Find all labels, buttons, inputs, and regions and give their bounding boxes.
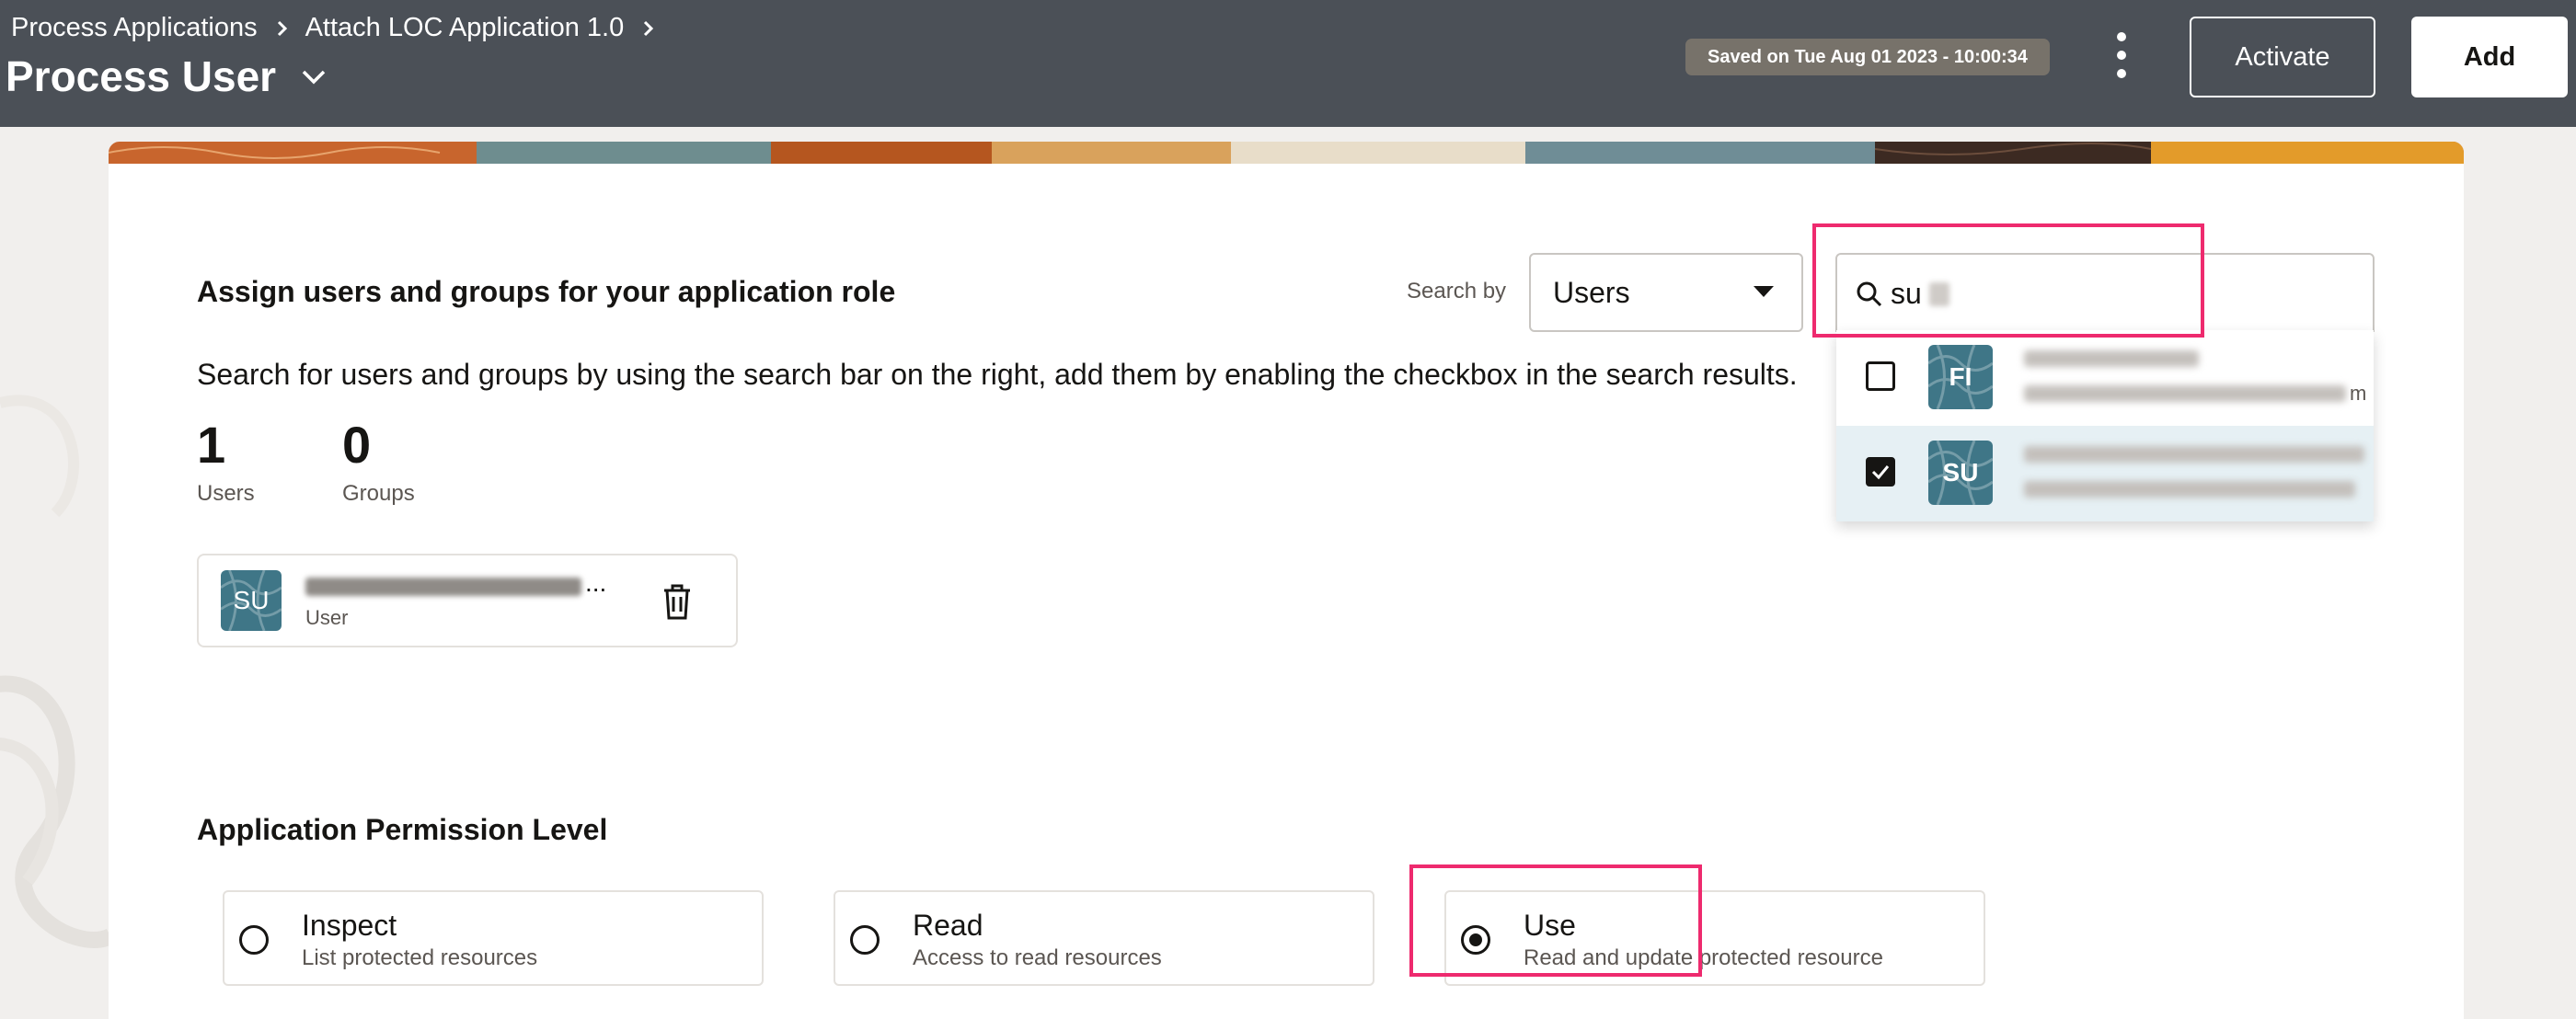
- search-result-item-selected[interactable]: SU: [1836, 426, 2374, 521]
- users-count: 1: [197, 416, 226, 474]
- decorative-banner: [109, 142, 2464, 164]
- avatar-initials: SU: [1942, 458, 1979, 487]
- chevron-right-icon: [277, 20, 287, 36]
- groups-count: 0: [342, 416, 372, 474]
- permission-option-use[interactable]: Use Read and update protected resource: [1444, 890, 1985, 986]
- permission-option-inspect[interactable]: Inspect List protected resources: [223, 890, 764, 986]
- user-name-ellipsis: ...: [585, 568, 607, 597]
- permission-name: Use: [1524, 909, 1576, 942]
- permission-description: Read and update protected resource: [1524, 945, 1883, 970]
- search-icon: [1857, 281, 1882, 307]
- avatar-initials: FI: [1949, 362, 1972, 391]
- search-by-label: Search by: [1407, 279, 1507, 303]
- result-checkbox[interactable]: [1866, 361, 1895, 391]
- add-button[interactable]: Add: [2411, 17, 2568, 97]
- assign-section-title: Assign users and groups for your applica…: [197, 275, 896, 308]
- search-results-dropdown: FI m SU: [1836, 330, 2374, 521]
- groups-label: Groups: [342, 481, 415, 506]
- avatar: FI: [1928, 345, 1993, 409]
- breadcrumb-process-applications[interactable]: Process Applications: [11, 13, 258, 43]
- chevron-down-icon[interactable]: [300, 63, 328, 90]
- redacted-text: [1929, 282, 1949, 306]
- result-email-tail: m: [2350, 382, 2367, 405]
- permission-name: Inspect: [302, 909, 397, 942]
- user-type-label: User: [305, 606, 349, 629]
- assign-description: Search for users and groups by using the…: [197, 358, 1798, 391]
- search-by-value: Users: [1553, 275, 1630, 309]
- trash-icon[interactable]: [659, 581, 696, 622]
- permission-option-read[interactable]: Read Access to read resources: [834, 890, 1374, 986]
- saved-status-badge: Saved on Tue Aug 01 2023 - 10:00:34: [1685, 39, 2050, 75]
- assigned-user-chip: SU ... User: [197, 554, 738, 647]
- radio-use-selected[interactable]: [1461, 925, 1490, 955]
- search-by-select[interactable]: Users: [1529, 253, 1803, 332]
- chevron-right-icon: [644, 20, 654, 36]
- check-icon: [1871, 465, 1890, 480]
- permission-name: Read: [913, 909, 983, 942]
- search-input[interactable]: [1889, 268, 2352, 319]
- avatar: SU: [1928, 441, 1993, 505]
- app-header: Process Applications Attach LOC Applicat…: [0, 0, 2576, 127]
- background-pattern: [0, 395, 110, 948]
- user-search-field[interactable]: [1835, 253, 2375, 332]
- redacted-email: [2024, 385, 2346, 402]
- permission-description: Access to read resources: [913, 945, 1162, 970]
- page-title-group: Process User: [6, 52, 328, 101]
- permission-section-title: Application Permission Level: [197, 813, 608, 846]
- redacted-email: [2024, 481, 2355, 498]
- redacted-name: [2024, 446, 2364, 463]
- breadcrumb: Process Applications Attach LOC Applicat…: [11, 13, 672, 43]
- radio-inspect[interactable]: [239, 925, 269, 955]
- permission-description: List protected resources: [302, 945, 538, 970]
- users-label: Users: [197, 481, 255, 506]
- caret-down-icon: [1754, 286, 1774, 297]
- page-title: Process User: [6, 52, 277, 100]
- redacted-user-name: [305, 578, 581, 596]
- breadcrumb-attach-loc-application[interactable]: Attach LOC Application 1.0: [305, 13, 625, 43]
- more-options-icon[interactable]: [2103, 28, 2140, 83]
- avatar: SU: [221, 570, 282, 631]
- result-checkbox-checked[interactable]: [1866, 457, 1895, 487]
- radio-read[interactable]: [850, 925, 880, 955]
- activate-button[interactable]: Activate: [2190, 17, 2375, 97]
- redacted-name: [2024, 350, 2199, 367]
- avatar-initials: SU: [233, 586, 270, 614]
- search-result-item[interactable]: FI m: [1836, 330, 2374, 426]
